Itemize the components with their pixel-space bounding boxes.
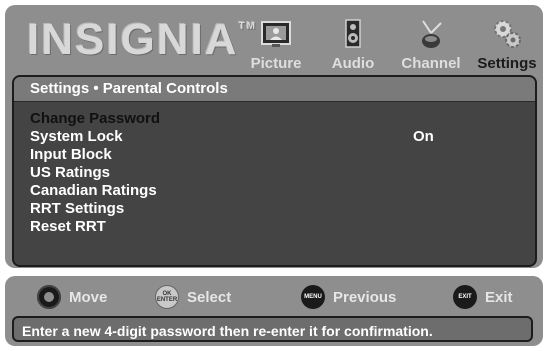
tab-picture-label: Picture (250, 55, 302, 72)
hint-exit: EXIT Exit (453, 284, 513, 310)
gears-icon (494, 20, 521, 48)
system-lock-value: On (413, 128, 434, 145)
tab-settings[interactable]: Settings (471, 19, 543, 75)
menu-item-change-password[interactable]: Change Password (14, 110, 535, 128)
help-message: Enter a new 4-digit password then re-ent… (12, 316, 533, 342)
menu-item-label: Canadian Ratings (30, 182, 157, 199)
dpad-icon (37, 285, 61, 309)
speaker-icon (345, 19, 361, 48)
hint-previous-label: Previous (333, 288, 397, 306)
tab-audio-label: Audio (331, 55, 375, 72)
menu-item-reset-rrt[interactable]: Reset RRT (14, 218, 535, 236)
brand-logo: INSIGNIATM (27, 15, 258, 64)
hint-previous: MENU Previous (301, 284, 396, 310)
breadcrumb: Settings • Parental Controls (14, 77, 535, 102)
hint-exit-label: Exit (485, 288, 513, 306)
tab-audio[interactable]: Audio (323, 19, 383, 75)
hint-move-label: Move (69, 288, 108, 306)
tv-osd-menu: INSIGNIATM Picture Audio Channel Setting… (5, 5, 543, 346)
hint-select-label: Select (187, 288, 232, 306)
menu-button-icon: MENU (301, 285, 325, 309)
tab-picture[interactable]: Picture (237, 19, 315, 75)
menu-item-canadian-ratings[interactable]: Canadian Ratings (14, 182, 535, 200)
tab-settings-label: Settings (477, 55, 537, 72)
main-menu-panel: INSIGNIATM Picture Audio Channel Setting… (5, 5, 543, 268)
parental-controls-menu: Change Password System Lock On Input Blo… (14, 102, 535, 236)
exit-button-icon: EXIT (453, 285, 477, 309)
settings-content-box: Settings • Parental Controls Change Pass… (12, 75, 537, 267)
help-panel: Move OK ENTER Select MENU Previous EXIT E… (5, 276, 543, 346)
hint-move: Move (37, 284, 107, 310)
menu-item-label: Reset RRT (30, 218, 106, 235)
menu-item-system-lock[interactable]: System Lock On (14, 128, 535, 146)
menu-item-input-block[interactable]: Input Block (14, 146, 535, 164)
tab-channel[interactable]: Channel (391, 19, 471, 75)
menu-item-rrt-settings[interactable]: RRT Settings (14, 200, 535, 218)
antenna-icon (422, 20, 442, 48)
menu-item-label: Change Password (30, 110, 161, 127)
menu-item-label: Input Block (30, 146, 112, 163)
menu-item-label: US Ratings (30, 164, 111, 181)
menu-item-label: System Lock (30, 128, 123, 145)
tab-channel-label: Channel (401, 55, 461, 72)
picture-icon (261, 21, 291, 47)
menu-item-us-ratings[interactable]: US Ratings (14, 164, 535, 182)
hint-select: OK ENTER Select (155, 284, 231, 310)
menu-item-label: RRT Settings (30, 200, 125, 217)
ok-enter-icon: OK ENTER (155, 285, 179, 309)
